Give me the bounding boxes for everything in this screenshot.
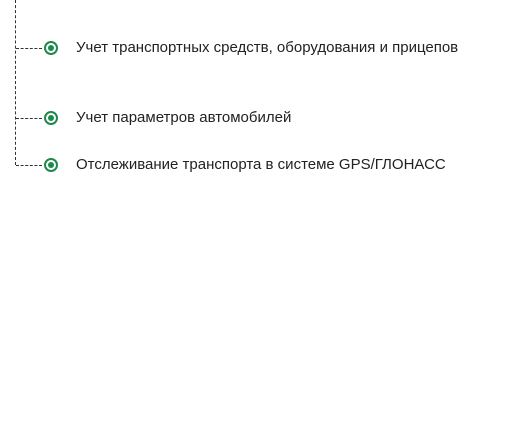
radio-selected-icon[interactable] xyxy=(44,41,58,55)
radio-selected-icon[interactable] xyxy=(44,158,58,172)
radio-selected-icon[interactable] xyxy=(44,111,58,125)
tree-item-label[interactable]: Отслеживание транспорта в системе GPS/ГЛ… xyxy=(76,154,516,176)
feature-tree: Учет транспортных средств, оборудования … xyxy=(0,0,530,430)
tree-branch-connector xyxy=(16,165,42,166)
tree-branch-connector xyxy=(16,48,42,49)
tree-item-label[interactable]: Учет транспортных средств, оборудования … xyxy=(76,37,516,59)
tree-item-label[interactable]: Учет параметров автомобилей xyxy=(76,107,516,129)
tree-connector-line xyxy=(15,0,16,165)
tree-branch-connector xyxy=(16,118,42,119)
